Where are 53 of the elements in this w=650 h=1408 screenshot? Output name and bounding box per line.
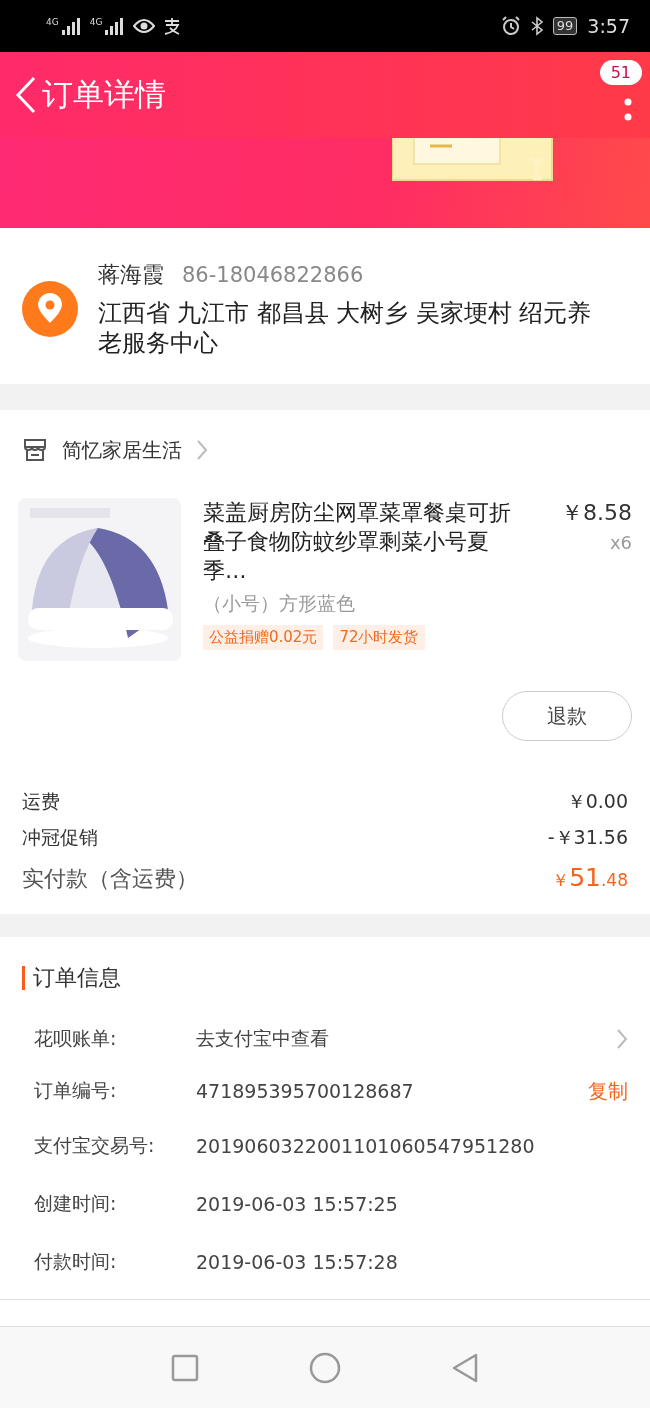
total-label: 实付款（含运费） bbox=[22, 865, 198, 893]
product-variant: （小号）方形蓝色 bbox=[203, 591, 356, 616]
product-price: ￥8.58 bbox=[561, 499, 632, 527]
shop-link[interactable]: 简忆家居生活 bbox=[18, 410, 208, 490]
recents-button[interactable] bbox=[171, 1353, 199, 1382]
product-tag: 公益捐赠0.02元 bbox=[203, 625, 324, 650]
info-label: 订单编号: bbox=[34, 1078, 118, 1103]
cost-label: 冲冠促销 bbox=[22, 825, 98, 850]
phone-number: 86-18046822866 bbox=[182, 263, 364, 287]
product-quantity: x6 bbox=[609, 532, 632, 553]
product-title: 菜盖厨房防尘网罩菜罩餐桌可折叠子食物防蚊纱罩剩菜小号夏季… bbox=[203, 499, 512, 585]
product-tag: 72小时发货 bbox=[333, 625, 425, 650]
chevron-right-icon bbox=[616, 1028, 628, 1050]
battery-level: 99 bbox=[552, 17, 578, 35]
home-button[interactable] bbox=[309, 1351, 341, 1384]
shipping-address: 江西省 九江市 都昌县 大树乡 吴家埂村 绍元养老服务中心 bbox=[98, 298, 593, 358]
back-nav-button[interactable] bbox=[451, 1352, 479, 1383]
section-title: 订单信息 bbox=[33, 964, 121, 992]
cost-value: ￥0.00 bbox=[566, 789, 628, 814]
bluetooth-icon bbox=[530, 16, 543, 36]
payment-app-icon bbox=[163, 17, 182, 35]
triangle-icon bbox=[451, 1352, 479, 1383]
info-value: 2019060322001101060547951280 bbox=[196, 1135, 536, 1157]
chevron-right-icon bbox=[196, 439, 208, 461]
network-label: 4G bbox=[89, 17, 103, 27]
back-icon bbox=[14, 75, 38, 115]
store-icon bbox=[22, 438, 48, 462]
info-value: 2019-06-03 15:57:28 bbox=[196, 1251, 399, 1273]
info-label: 花呗账单: bbox=[34, 1026, 118, 1051]
signal-icon bbox=[59, 17, 82, 35]
network-label: 4G bbox=[46, 17, 59, 27]
info-label: 付款时间: bbox=[34, 1249, 118, 1274]
recipient-name: 蒋海霞 bbox=[98, 261, 164, 289]
info-label: 创建时间: bbox=[34, 1191, 118, 1216]
total-amount: ￥51.48 bbox=[552, 863, 628, 892]
cost-value: -￥31.56 bbox=[547, 825, 628, 850]
cost-label: 运费 bbox=[22, 789, 60, 814]
info-value: 471895395700128687 bbox=[196, 1080, 415, 1102]
square-icon bbox=[171, 1353, 199, 1382]
info-label: 支付宝交易号: bbox=[34, 1133, 156, 1158]
signal-icon bbox=[103, 17, 126, 35]
refund-button[interactable]: 退款 bbox=[502, 691, 632, 741]
page-title: 订单详情 bbox=[42, 75, 166, 114]
clock-time: 3:57 bbox=[587, 15, 630, 37]
location-pin-icon bbox=[22, 281, 78, 337]
alipay-bill-link[interactable]: 去支付宝中查看 bbox=[196, 1026, 628, 1052]
more-icon bbox=[623, 98, 633, 122]
notification-badge: 51 bbox=[599, 60, 642, 85]
eye-icon bbox=[133, 18, 156, 34]
circle-icon bbox=[309, 1351, 341, 1384]
alarm-icon bbox=[500, 16, 521, 36]
back-button[interactable]: 订单详情 bbox=[14, 74, 166, 116]
info-value: 2019-06-03 15:57:25 bbox=[196, 1193, 399, 1215]
